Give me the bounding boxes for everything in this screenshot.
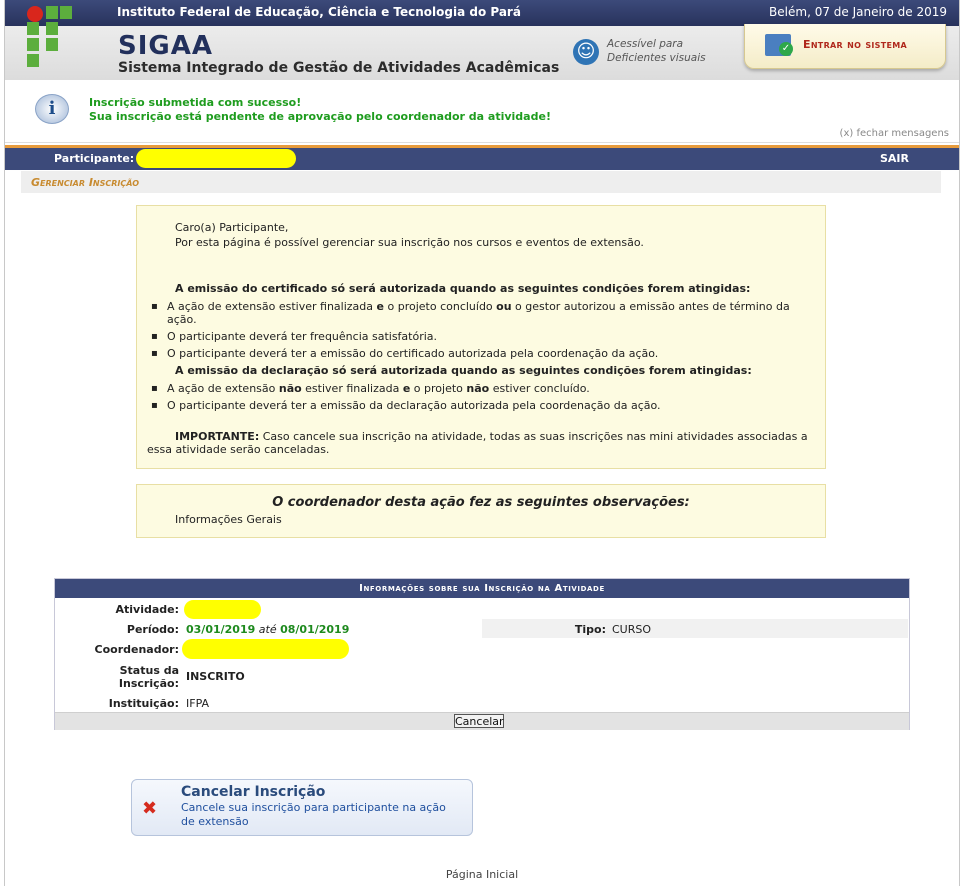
institution-value: IFPA — [186, 697, 210, 710]
pending-message: Sua inscrição está pendente de aprovação… — [89, 110, 551, 123]
observations-body: Informações Gerais — [175, 513, 282, 526]
info-box: Caro(a) Participante, Por esta página é … — [136, 205, 826, 469]
observations-title: O coordenador desta ação fez as seguinte… — [272, 495, 690, 510]
check-icon: ✓ — [779, 42, 793, 56]
participant-label: Participante: — [54, 152, 135, 165]
table-footer: Cancelar — [55, 712, 909, 730]
page-title: Gerenciar Inscrição — [31, 176, 140, 189]
institution-name: Instituto Federal de Educação, Ciência e… — [117, 5, 521, 19]
type-label: Tipo: — [574, 623, 606, 636]
top-bar: Instituto Federal de Educação, Ciência e… — [5, 0, 959, 26]
table-title: Informações sobre sua Inscrição na Ativi… — [55, 579, 909, 598]
coordinator-label: Coordenador: — [94, 643, 179, 656]
message-area: i Inscrição submetida com sucesso! Sua i… — [5, 86, 959, 143]
type-value: CURSO — [612, 623, 652, 636]
cancel-button[interactable]: Cancelar — [454, 714, 504, 728]
cancel-icon: ✖ — [142, 798, 158, 819]
observations-box: O coordenador desta ação fez as seguinte… — [136, 484, 826, 538]
cancel-registration-card[interactable]: ✖ Cancelar Inscrição Cancele sua inscriç… — [131, 779, 473, 836]
app-title: SIGAA — [118, 31, 213, 61]
period-label: Período: — [126, 623, 179, 636]
list-item: A ação de extensão não estiver finalizad… — [151, 382, 811, 395]
login-button[interactable]: ✓ Entrar no sistema — [744, 24, 946, 69]
accessibility-text-2: Deficientes visuais — [607, 52, 706, 64]
info-icon: i — [35, 94, 69, 124]
login-label: Entrar no sistema — [803, 38, 908, 51]
list-item: O participante deverá ter frequência sat… — [151, 330, 811, 343]
activity-label: Atividade: — [115, 603, 179, 616]
breadcrumb: Gerenciar Inscrição — [21, 171, 941, 193]
important-note: IMPORTANTE: Caso cancele sua inscrição n… — [147, 430, 808, 456]
accessibility-icon: ☺ — [573, 39, 599, 65]
ifpa-logo-icon — [27, 6, 73, 68]
success-message: Inscrição submetida com sucesso! — [89, 96, 302, 109]
participant-bar: Participante: SAIR — [5, 145, 959, 170]
period-value: 03/01/2019 até 08/01/2019 — [186, 623, 350, 636]
participant-name-redacted — [136, 149, 296, 168]
list-item: O participante deverá ter a emissão da d… — [151, 399, 811, 412]
list-item: A ação de extensão estiver finalizada e … — [151, 300, 811, 326]
home-link[interactable]: Página Inicial — [0, 868, 964, 881]
accessibility-text-1: Acessível para — [607, 38, 684, 50]
current-date: Belém, 07 de Janeiro de 2019 — [769, 5, 947, 19]
close-messages-link[interactable]: (x) fechar mensagens — [840, 128, 949, 139]
activity-value-redacted — [184, 600, 261, 619]
registration-table: Informações sobre sua Inscrição na Ativi… — [54, 578, 910, 730]
certificate-heading: A emissão do certificado só será autoriz… — [175, 282, 751, 295]
declaration-heading: A emissão da declaração só será autoriza… — [175, 364, 752, 377]
coordinator-value-redacted — [182, 639, 349, 659]
cancel-registration-title[interactable]: Cancelar Inscrição — [181, 784, 325, 800]
greeting-text: Caro(a) Participante, — [175, 221, 289, 234]
cancel-registration-description[interactable]: Cancele sua inscrição para participante … — [181, 801, 461, 829]
list-item: O participante deverá ter a emissão do c… — [151, 347, 811, 360]
status-label: Status da Inscrição: — [118, 664, 179, 690]
institution-label: Instituição: — [108, 697, 179, 710]
app-subtitle: Sistema Integrado de Gestão de Atividade… — [118, 60, 560, 76]
status-value: INSCRITO — [186, 670, 245, 683]
intro-text: Por esta página é possível gerenciar sua… — [175, 236, 644, 249]
logout-link[interactable]: SAIR — [880, 152, 909, 165]
